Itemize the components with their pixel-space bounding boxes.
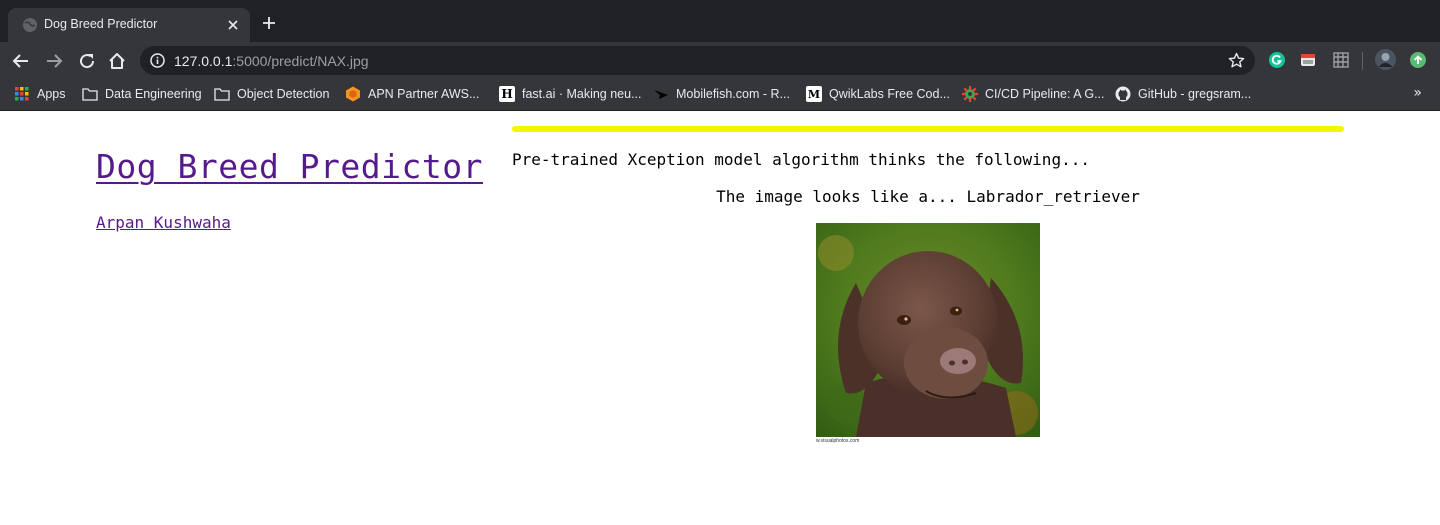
bookmarks-bar: Apps Data Engineering Object Detection A… bbox=[0, 78, 1440, 111]
bookmark-label: Mobilefish.com - R... bbox=[676, 87, 790, 101]
profile-avatar-icon[interactable] bbox=[1375, 49, 1396, 70]
active-tab[interactable]: Dog Breed Predictor bbox=[8, 8, 250, 42]
back-arrow-icon[interactable] bbox=[12, 52, 30, 70]
gear-colored-icon bbox=[962, 86, 978, 102]
bookmark-object-detection[interactable]: Object Detection bbox=[214, 85, 329, 103]
bookmark-mobilefish[interactable]: Mobilefish.com - R... bbox=[653, 85, 790, 103]
m-icon: M bbox=[806, 86, 822, 102]
url-text[interactable]: 127.0.0.1:5000/predict/NAX.jpg bbox=[174, 53, 369, 69]
bookmark-github[interactable]: GitHub - gregsram... bbox=[1115, 85, 1251, 103]
bookmark-label: CI/CD Pipeline: A G... bbox=[985, 87, 1105, 101]
bookmark-label: Object Detection bbox=[237, 87, 330, 101]
bookmark-label: Apps bbox=[37, 87, 66, 101]
browser-toolbar: 127.0.0.1:5000/predict/NAX.jpg bbox=[0, 42, 1440, 78]
aws-icon bbox=[345, 86, 361, 102]
bookmark-qwiklabs[interactable]: M QwikLabs Free Cod... bbox=[806, 85, 950, 103]
bookmark-label: Data Engineering bbox=[105, 87, 202, 101]
folder-icon bbox=[214, 86, 230, 102]
url-host: 127.0.0.1 bbox=[174, 53, 233, 69]
author-link[interactable]: Arpan Kushwaha bbox=[96, 213, 231, 232]
github-icon bbox=[1115, 86, 1131, 102]
model-intro-text: Pre-trained Xception model algorithm thi… bbox=[512, 150, 1090, 169]
toolbar-divider bbox=[1362, 52, 1363, 70]
folder-icon bbox=[82, 86, 98, 102]
bookmark-label: GitHub - gregsram... bbox=[1138, 87, 1252, 101]
bookmark-apn-partner[interactable]: APN Partner AWS... bbox=[345, 85, 479, 103]
cast-extension-icon[interactable] bbox=[1299, 51, 1317, 69]
home-icon[interactable] bbox=[108, 52, 126, 70]
bookmark-star-icon[interactable] bbox=[1228, 52, 1245, 69]
close-tab-icon[interactable] bbox=[226, 18, 240, 32]
bookmark-data-engineering[interactable]: Data Engineering bbox=[82, 85, 202, 103]
more-bookmarks-button[interactable]: » bbox=[1413, 85, 1422, 101]
page-content: Dog Breed Predictor Arpan Kushwaha Pre-t… bbox=[0, 111, 1440, 525]
apps-grid-icon bbox=[14, 86, 30, 102]
update-arrow-icon[interactable] bbox=[1409, 51, 1427, 69]
info-icon[interactable] bbox=[150, 53, 165, 68]
globe-icon bbox=[23, 18, 37, 32]
url-path: :5000/predict/NAX.jpg bbox=[232, 53, 369, 69]
prediction-result-text: The image looks like a... Labrador_retri… bbox=[716, 187, 1140, 206]
grid-extension-icon[interactable] bbox=[1332, 51, 1350, 69]
bookmark-label: fast.ai · Making neu... bbox=[522, 87, 642, 101]
tab-strip: Dog Breed Predictor bbox=[0, 0, 1440, 42]
tab-title: Dog Breed Predictor bbox=[44, 17, 158, 31]
bookmark-fast-ai[interactable]: H fast.ai · Making neu... bbox=[499, 85, 642, 103]
image-watermark: w.visualphotos.com bbox=[816, 438, 860, 444]
dog-photo bbox=[816, 223, 1040, 437]
bookmark-cicd-pipeline[interactable]: CI/CD Pipeline: A G... bbox=[962, 85, 1105, 103]
new-tab-icon[interactable] bbox=[262, 16, 276, 30]
forward-arrow-icon[interactable] bbox=[45, 52, 63, 70]
yellow-divider-bar bbox=[512, 126, 1344, 132]
bookmark-apps[interactable]: Apps bbox=[14, 85, 66, 103]
mobilefish-icon bbox=[653, 86, 669, 102]
address-bar[interactable]: 127.0.0.1:5000/predict/NAX.jpg bbox=[140, 46, 1255, 75]
page-title-link[interactable]: Dog Breed Predictor bbox=[96, 147, 483, 186]
bookmark-label: APN Partner AWS... bbox=[368, 87, 480, 101]
reload-icon[interactable] bbox=[78, 52, 96, 70]
h-icon: H bbox=[499, 86, 515, 102]
bookmark-label: QwikLabs Free Cod... bbox=[829, 87, 950, 101]
grammarly-icon[interactable] bbox=[1268, 51, 1286, 69]
